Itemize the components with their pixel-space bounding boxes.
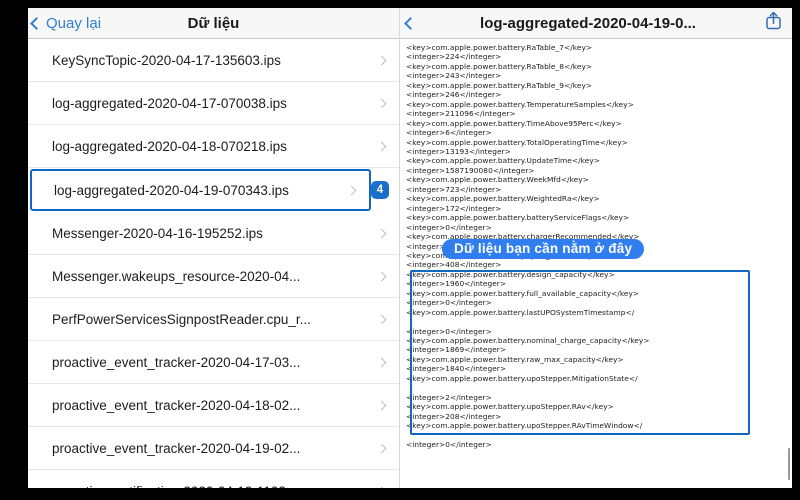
xml-line [406,317,786,326]
file-name-label: proactive_event_tracker-2020-04-17-03... [52,354,301,370]
chevron-right-icon [376,314,387,324]
xml-line: <integer>1840</integer> [406,364,507,374]
xml-line: <key>com.apple.power.battery.RaTable_7</… [406,43,593,52]
file-name-label: KeySyncTopic-2020-04-17-135603.ips [52,52,281,68]
xml-line: <key>com.apple.power.battery.full_availa… [406,288,640,298]
xml-block-boxed: <integer>0</integer><key>com.apple.power… [406,242,786,384]
chevron-left-icon [30,16,43,30]
left-navbar: Quay lại Dữ liệu [28,8,399,39]
xml-line: <key>com.apple.power.battery.nominal_cha… [406,336,650,346]
xml-line: <key>com.apple.power.battery.Temperature… [406,99,634,109]
xml-line: <integer>1587190080</integer> [406,165,535,175]
file-list-item[interactable]: Messenger.wakeups_resource-2020-04... [28,255,399,298]
xml-line: <key>com.apple.power.battery.UpdateTime<… [406,156,601,166]
xml-line: <integer>408</integer> [406,260,502,270]
vertical-scrollbar[interactable] [787,448,790,480]
file-list-item[interactable]: PerfPowerServicesSignpostReader.cpu_r... [28,298,399,341]
file-list-item[interactable]: KeySyncTopic-2020-04-17-135603.ips [28,39,399,82]
file-name-label: proactive_event_tracker-2020-04-19-02... [52,440,301,456]
xml-line: <integer>0</integer> [406,326,492,336]
xml-line: <integer>6</integer> [406,128,492,138]
xml-line: <key>com.apple.power.battery.TimeAbove95… [406,118,622,128]
back-button-label: Quay lại [46,14,102,32]
xml-line: <integer>13193</integer> [406,146,511,156]
file-list-item[interactable]: log-aggregated-2020-04-18-070218.ips [28,125,399,168]
xml-line: <key>com.apple.power.battery.RaTable_9</… [406,80,593,90]
file-name-label: Messenger.wakeups_resource-2020-04... [52,268,301,284]
xml-line: <integer>0</integer> [406,439,492,449]
device-bezel: Quay lại Dữ liệu KeySyncTopic-2020-04-17… [0,0,800,500]
xml-line: <key>com.apple.power.battery.design_capa… [406,269,615,279]
xml-line: <integer>2</integer> [406,392,492,402]
xml-line: <key>com.apple.power.battery.upoStepper.… [406,421,643,431]
file-list-item[interactable]: log-aggregated-2020-04-17-070038.ips [28,82,399,125]
xml-line: <integer>1869</integer> [406,345,507,355]
xml-line: <key>com.apple.power.battery.raw_max_cap… [406,354,624,364]
xml-line [406,431,786,440]
file-list-pane: Quay lại Dữ liệu KeySyncTopic-2020-04-17… [28,8,400,488]
chevron-right-icon [376,228,387,238]
chevron-right-icon [376,443,387,453]
file-content-pane: log-aggregated-2020-04-19-0... <key>com.… [400,8,792,488]
file-list-item[interactable]: Messenger-2020-04-16-195252.ips [28,212,399,255]
chevron-right-icon [376,98,387,108]
annotation-banner: Dữ liệu bạn cần nằm ở đây [442,239,645,259]
xml-line: <integer>246</integer> [406,90,502,100]
xml-line [406,383,786,392]
xml-line: <integer>224</integer> [406,52,502,62]
chevron-right-icon [346,185,357,195]
chevron-right-icon [376,400,387,410]
chevron-right-icon [376,271,387,281]
file-name-label: proactive_notification-2020-04-19-1103..… [52,484,370,489]
xml-line: <integer>211096</integer> [406,109,516,119]
xml-line: <key>com.apple.power.battery.TotalOperat… [406,137,628,147]
chevron-right-icon [376,141,387,151]
xml-block-top: <key>com.apple.power.battery.RaTable_7</… [406,43,786,242]
file-list: KeySyncTopic-2020-04-17-135603.ips log-ag… [28,39,399,488]
xml-line: <integer>0</integer> [406,222,492,232]
chevron-right-icon [376,357,387,367]
xml-line: <integer>1960</integer> [406,279,507,289]
xml-line: <key>com.apple.power.battery.upoStepper.… [406,373,638,383]
xml-block-bottom: <integer>2</integer> <key>com.apple.power… [406,383,786,449]
step-badge: 4 [371,181,389,199]
xml-line: <integer>723</integer> [406,184,502,194]
file-name-label: proactive_event_tracker-2020-04-18-02... [52,397,301,413]
xml-line: <key>com.apple.power.battery.WeightedRa<… [406,194,600,204]
page-title: Dữ liệu [187,14,240,32]
file-name-label: log-aggregated-2020-04-17-070038.ips [52,95,287,111]
xml-line: <integer>243</integer> [406,71,502,81]
file-list-item[interactable]: proactive_notification-2020-04-19-1103..… [28,470,399,488]
file-list-item[interactable]: log-aggregated-2020-04-19-070343.ips [30,169,371,211]
file-title: log-aggregated-2020-04-19-0... [480,14,696,32]
chevron-left-icon [404,16,417,30]
file-list-item[interactable]: proactive_event_tracker-2020-04-19-02... [28,427,399,470]
file-list-item[interactable]: proactive_event_tracker-2020-04-17-03... [28,341,399,384]
xml-line: <key>com.apple.power.battery.upoStepper.… [406,402,614,412]
right-back-button[interactable] [404,16,420,30]
xml-line: <integer>172</integer> [406,203,502,213]
right-navbar: log-aggregated-2020-04-19-0... [400,8,792,39]
file-name-label: PerfPowerServicesSignpostReader.cpu_r... [52,311,311,327]
back-button[interactable]: Quay lại [28,15,101,32]
xml-line: <integer>0</integer> [406,298,492,308]
file-name-label: Messenger-2020-04-16-195252.ips [52,225,263,241]
chevron-right-icon [376,486,387,488]
xml-line: <integer>208</integer> [406,411,502,421]
screen: Quay lại Dữ liệu KeySyncTopic-2020-04-17… [28,8,792,488]
xml-line: <key>com.apple.power.battery.RaTable_8</… [406,61,593,71]
xml-line: <key>com.apple.power.battery.batteryServ… [406,213,630,223]
xml-line: <key>com.apple.power.battery.WeekMfd</ke… [406,175,589,185]
file-list-item[interactable]: proactive_event_tracker-2020-04-18-02... [28,384,399,427]
file-name-label: log-aggregated-2020-04-18-070218.ips [52,138,287,154]
share-icon[interactable] [765,11,782,35]
chevron-right-icon [376,55,387,65]
file-name-label: log-aggregated-2020-04-19-070343.ips [54,182,289,198]
xml-line: <key>com.apple.power.battery.lastUPOSyst… [406,307,635,317]
